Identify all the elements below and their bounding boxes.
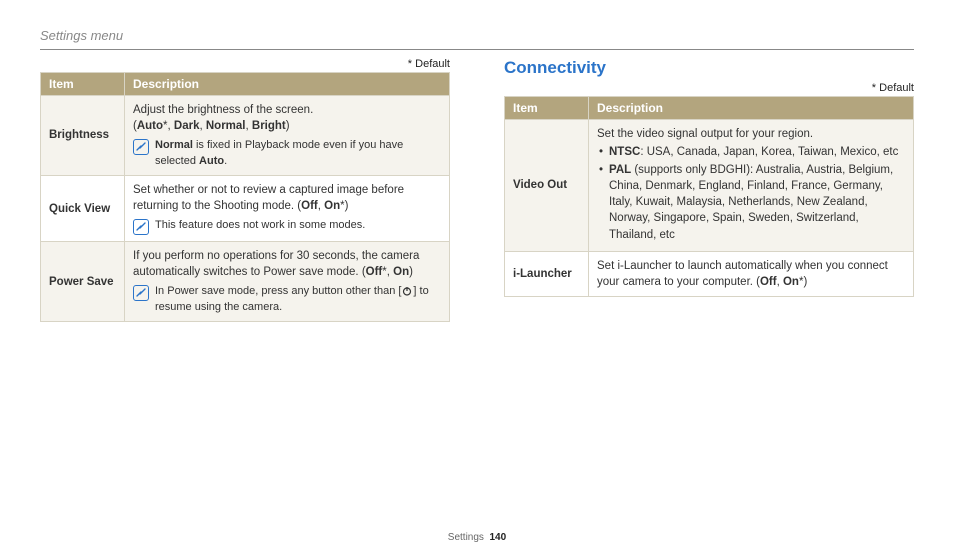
- item-videoout: Video Out: [505, 120, 589, 252]
- footer-section: Settings: [448, 532, 484, 543]
- opt: Off: [301, 200, 318, 212]
- opt: On: [393, 266, 409, 278]
- b: Normal: [155, 139, 193, 151]
- content-columns: * Default Item Description Brightness Ad…: [40, 58, 914, 322]
- text: ): [286, 120, 290, 132]
- note: In Power save mode, press any button oth…: [133, 284, 441, 315]
- default-label-left: * Default: [40, 58, 450, 70]
- th-desc: Description: [125, 73, 450, 96]
- desc-quickview: Set whether or not to review a captured …: [125, 175, 450, 241]
- text: ): [345, 200, 349, 212]
- item-quickview: Quick View: [41, 175, 125, 241]
- text: Set i-Launcher to launch automatically w…: [597, 260, 888, 288]
- th-desc: Description: [589, 97, 914, 120]
- note-text: Normal is fixed in Playback mode even if…: [155, 138, 441, 169]
- note-icon: [133, 285, 149, 301]
- text: Set the video signal output for your reg…: [597, 128, 813, 140]
- table-row: Video Out Set the video signal output fo…: [505, 120, 914, 252]
- breadcrumb: Settings menu: [40, 28, 914, 43]
- text: Set whether or not to review a captured …: [133, 184, 404, 212]
- table-row: Quick View Set whether or not to review …: [41, 175, 450, 241]
- text: Adjust the brightness of the screen.: [133, 104, 313, 116]
- opt: Off: [366, 266, 383, 278]
- b: Auto: [199, 155, 224, 167]
- right-column: Connectivity * Default Item Description …: [504, 58, 914, 322]
- note-icon: [133, 219, 149, 235]
- bullet-list: NTSC: USA, Canada, Japan, Korea, Taiwan,…: [597, 144, 905, 243]
- desc-brightness: Adjust the brightness of the screen. (Au…: [125, 96, 450, 176]
- opt: Auto: [137, 120, 163, 132]
- note: Normal is fixed in Playback mode even if…: [133, 138, 441, 169]
- divider: [40, 49, 914, 50]
- left-column: * Default Item Description Brightness Ad…: [40, 58, 450, 322]
- note-icon: [133, 139, 149, 155]
- table-row: i-Launcher Set i-Launcher to launch auto…: [505, 251, 914, 296]
- item-powersave: Power Save: [41, 242, 125, 322]
- section-heading-connectivity: Connectivity: [504, 58, 914, 78]
- th-item: Item: [505, 97, 589, 120]
- list-item: NTSC: USA, Canada, Japan, Korea, Taiwan,…: [597, 144, 905, 160]
- desc-powersave: If you perform no operations for 30 seco…: [125, 242, 450, 322]
- default-label-right: * Default: [504, 82, 914, 94]
- opt: On: [783, 276, 799, 288]
- desc-videoout: Set the video signal output for your reg…: [589, 120, 914, 252]
- opt: Dark: [174, 120, 200, 132]
- table-row: Power Save If you perform no operations …: [41, 242, 450, 322]
- left-table: Item Description Brightness Adjust the b…: [40, 72, 450, 322]
- t: (supports only BDGHI): [631, 164, 750, 176]
- b: NTSC: [609, 146, 640, 158]
- opt: On: [324, 200, 340, 212]
- opt: Normal: [206, 120, 246, 132]
- t: In Power save mode, press any button oth…: [155, 285, 401, 297]
- text: ): [409, 266, 413, 278]
- desc-ilauncher: Set i-Launcher to launch automatically w…: [589, 251, 914, 296]
- page-footer: Settings 140: [0, 532, 954, 543]
- item-brightness: Brightness: [41, 96, 125, 176]
- list-item: PAL (supports only BDGHI): Australia, Au…: [597, 162, 905, 242]
- item-ilauncher: i-Launcher: [505, 251, 589, 296]
- b: PAL: [609, 164, 631, 176]
- page-number: 140: [490, 532, 507, 543]
- text: ): [803, 276, 807, 288]
- t: is fixed in Playback mode even if you ha…: [155, 139, 403, 166]
- note-text: In Power save mode, press any button oth…: [155, 284, 441, 315]
- table-row: Brightness Adjust the brightness of the …: [41, 96, 450, 176]
- th-item: Item: [41, 73, 125, 96]
- t: .: [224, 155, 227, 167]
- opt: Off: [760, 276, 777, 288]
- right-table: Item Description Video Out Set the video…: [504, 96, 914, 297]
- opt: Bright: [252, 120, 286, 132]
- power-icon: [402, 286, 412, 296]
- t: : USA, Canada, Japan, Korea, Taiwan, Mex…: [640, 146, 898, 158]
- note: This feature does not work in some modes…: [133, 218, 441, 235]
- note-text: This feature does not work in some modes…: [155, 218, 441, 233]
